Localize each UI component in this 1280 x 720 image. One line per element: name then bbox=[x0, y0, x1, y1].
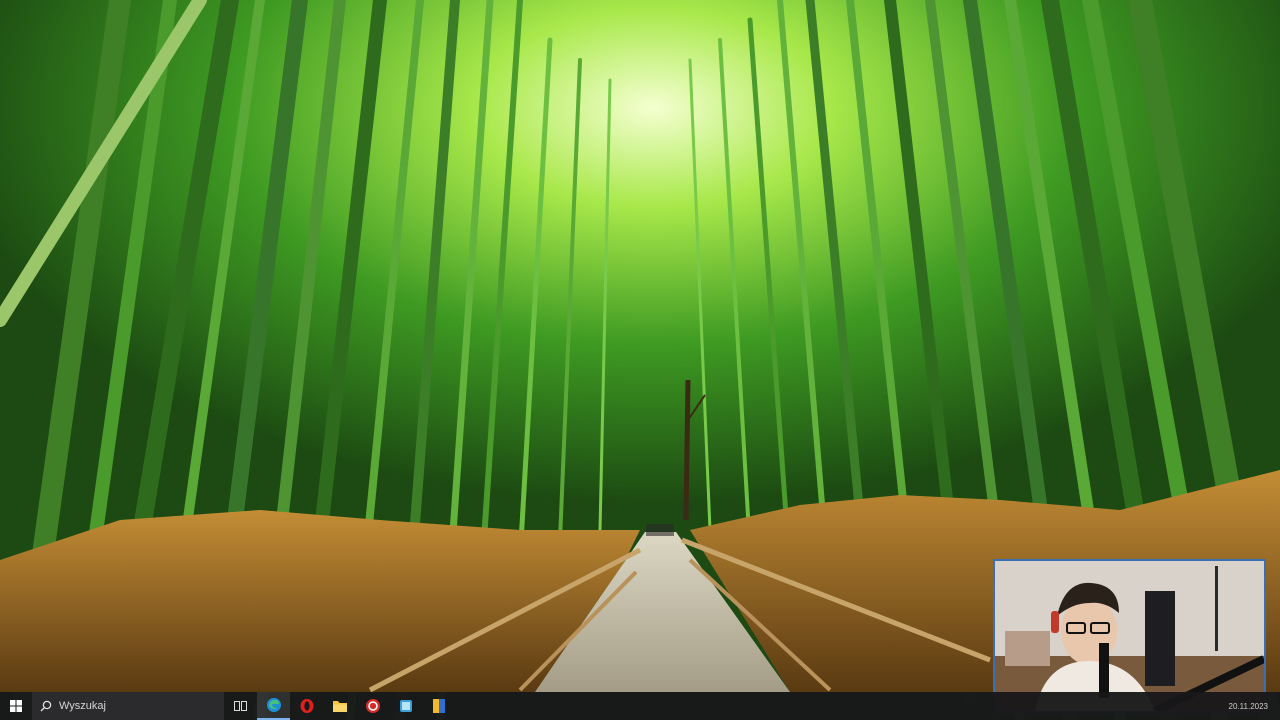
windows-logo-icon bbox=[10, 700, 22, 712]
taskbar-app-file-explorer[interactable] bbox=[323, 692, 356, 720]
search-icon bbox=[40, 700, 52, 712]
taskbar-app-red[interactable] bbox=[356, 692, 389, 720]
desktop: Wyszukaj 20.11.2023 bbox=[0, 0, 1280, 720]
system-tray[interactable]: 20.11.2023 bbox=[1229, 692, 1280, 720]
taskbar: Wyszukaj 20.11.2023 bbox=[0, 692, 1280, 720]
red-circle-icon bbox=[365, 699, 380, 713]
webcam-overlay bbox=[993, 559, 1266, 713]
taskbar-search-box[interactable]: Wyszukaj bbox=[32, 692, 224, 720]
opera-icon bbox=[300, 699, 313, 713]
taskbar-app-opera[interactable] bbox=[290, 692, 323, 720]
task-view-button[interactable] bbox=[224, 692, 257, 720]
folder-icon bbox=[332, 701, 347, 712]
edge-icon bbox=[266, 698, 281, 712]
webcam-person-image bbox=[995, 561, 1264, 711]
taskbar-app-yellow-blue[interactable] bbox=[422, 692, 455, 720]
start-button[interactable] bbox=[0, 692, 32, 720]
taskbar-app-edge[interactable] bbox=[257, 692, 290, 720]
blue-app-icon bbox=[399, 700, 412, 712]
search-placeholder: Wyszukaj bbox=[59, 700, 106, 712]
taskbar-app-blue[interactable] bbox=[389, 692, 422, 720]
tray-clock[interactable]: 20.11.2023 bbox=[1229, 702, 1268, 711]
task-view-icon bbox=[233, 701, 247, 711]
yellow-blue-app-icon bbox=[432, 699, 445, 713]
